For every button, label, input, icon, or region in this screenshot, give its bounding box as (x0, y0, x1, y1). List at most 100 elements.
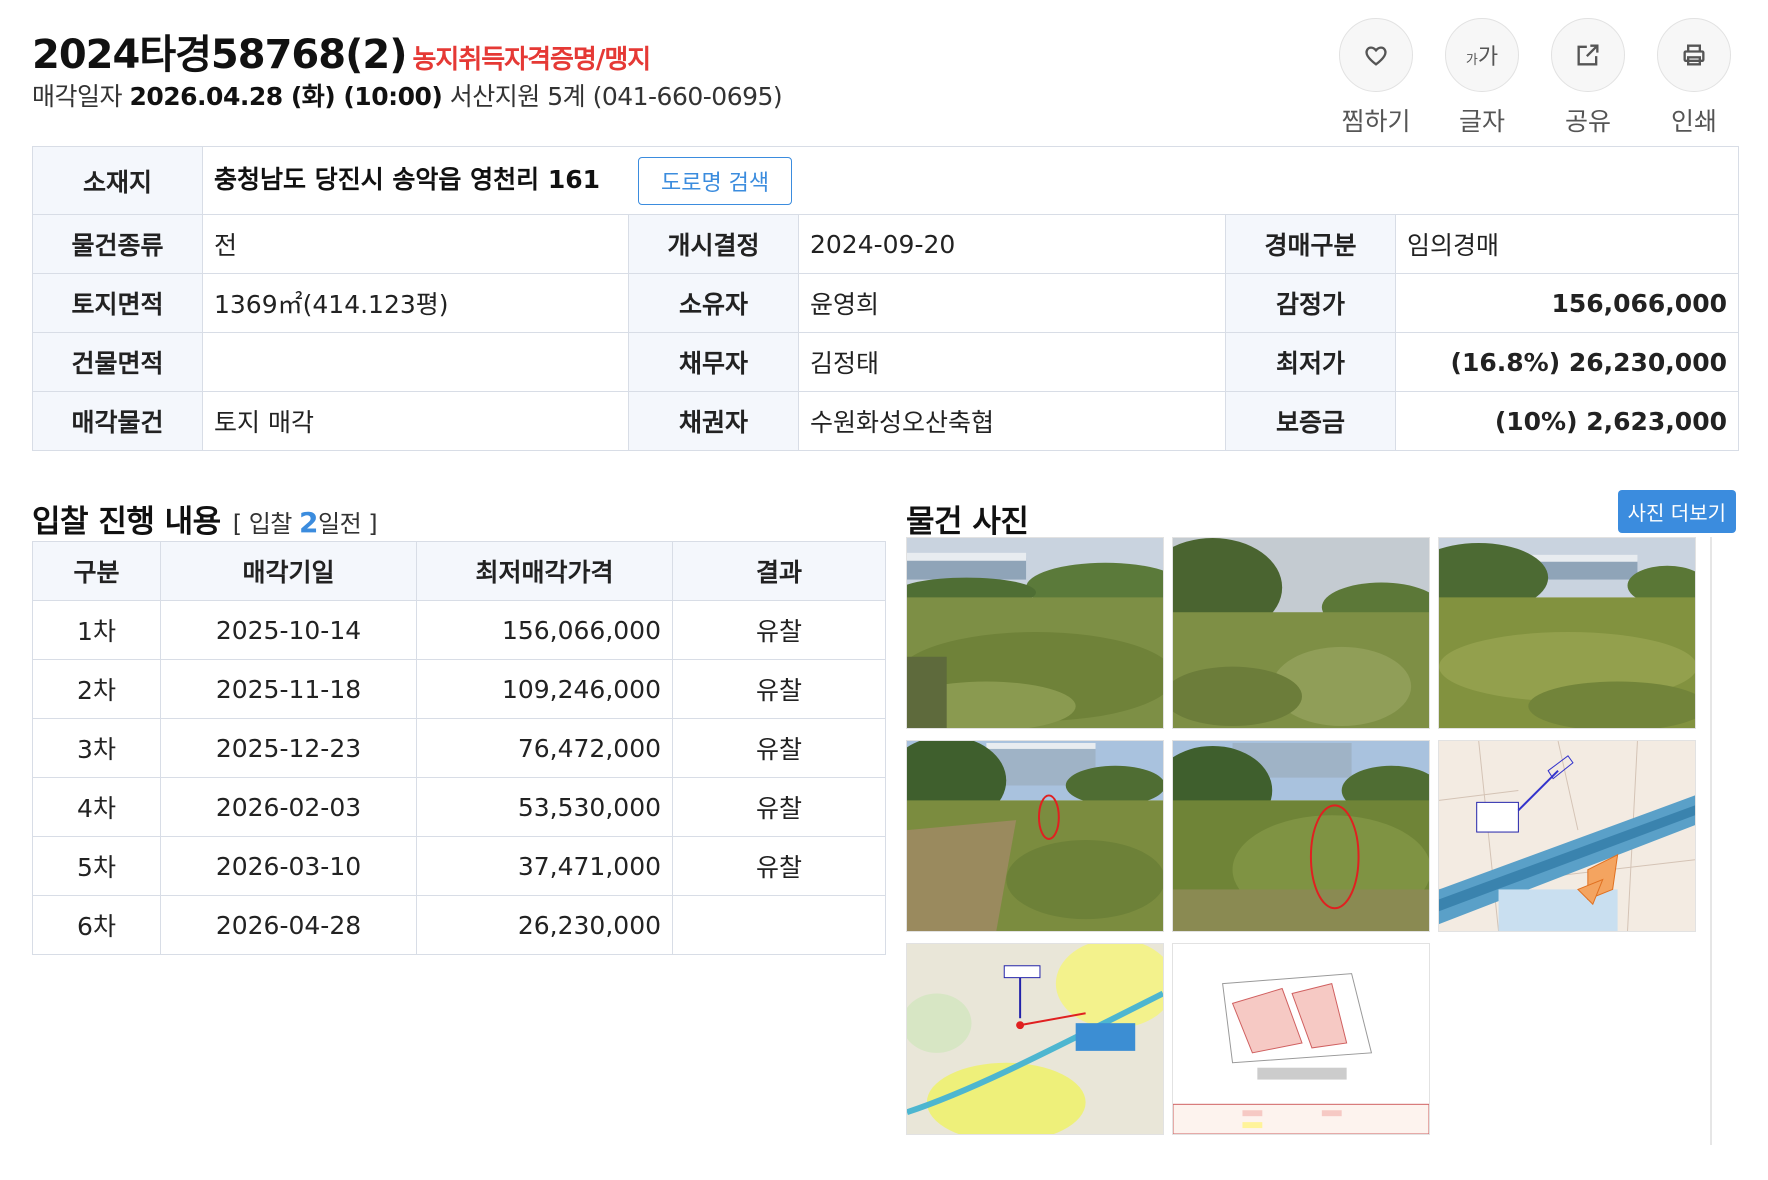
print-button[interactable]: 인쇄 (1656, 18, 1732, 138)
table-row: 2차 2025-11-18 109,246,000 유찰 (32, 659, 886, 719)
deposit-label: 보증금 (1225, 391, 1396, 451)
auction-kind-label: 경매구분 (1225, 214, 1396, 274)
date-cell: 2026-03-10 (160, 836, 417, 896)
bid-section-title: 입찰 진행 내용 [ 입찰 2일전 ] (32, 496, 378, 541)
cadastral-map-image (1439, 741, 1695, 931)
case-tag: 농지취득자격증명/맹지 (412, 45, 651, 75)
field-photo-image (1173, 538, 1429, 728)
result-cell: 유찰 (672, 718, 886, 778)
round-cell: 2차 (32, 659, 161, 719)
table-row: 4차 2026-02-03 53,530,000 유찰 (32, 777, 886, 837)
share-label: 공유 (1564, 107, 1611, 136)
table-row: 3차 2025-12-23 76,472,000 유찰 (32, 718, 886, 778)
appraisal-label: 감정가 (1225, 273, 1396, 333)
case-title: 2024타경58768(2) 농지취득자격증명/맹지 (32, 22, 651, 80)
bid-header-row: 구분 매각기일 최저매각가격 결과 (32, 541, 886, 601)
price-cell: 76,472,000 (416, 718, 673, 778)
field-photo-marked-image (1173, 741, 1429, 931)
font-size-icon: 가가 (1465, 45, 1499, 70)
creditor-label: 채권자 (628, 391, 799, 451)
font-size-label: 글자 (1458, 107, 1505, 136)
owner-value: 윤영희 (798, 273, 1226, 333)
building-area-value (202, 332, 629, 392)
info-row: 매각물건 토지 매각 채권자 수원화성오산축협 보증금 (10%) 2,623,… (32, 391, 1739, 451)
court-info: 서산지원 5계 (041-660-0695) (449, 82, 783, 111)
favorite-button[interactable]: 찜하기 (1338, 18, 1414, 138)
property-info-table: 소재지 충청남도 당진시 송악읍 영천리 161 도로명 검색 물건종류 전 개… (32, 146, 1739, 451)
sale-datetime: 2026.04.28 (화) (10:00) (129, 82, 443, 111)
date-cell: 2025-10-14 (160, 600, 417, 660)
price-cell: 109,246,000 (416, 659, 673, 719)
round-cell: 1차 (32, 600, 161, 660)
address-cell: 충청남도 당진시 송악읍 영천리 161 도로명 검색 (202, 146, 1739, 215)
auction-kind-value: 임의경매 (1395, 214, 1739, 274)
site-plan-image (1173, 944, 1429, 1134)
print-label: 인쇄 (1670, 107, 1717, 136)
property-photo[interactable] (906, 943, 1164, 1135)
table-row: 6차 2026-04-28 26,230,000 (32, 895, 886, 955)
info-row: 물건종류 전 개시결정 2024-09-20 경매구분 임의경매 (32, 214, 1739, 274)
info-row: 건물면적 채무자 김정태 최저가 (16.8%) 26,230,000 (32, 332, 1739, 392)
start-decision-label: 개시결정 (628, 214, 799, 274)
property-photo[interactable] (1172, 537, 1430, 729)
property-photo[interactable] (1172, 740, 1430, 932)
min-price-label: 최저가 (1225, 332, 1396, 392)
column-header: 최저매각가격 (416, 541, 673, 601)
property-type-label: 물건종류 (32, 214, 203, 274)
creditor-value: 수원화성오산축협 (798, 391, 1226, 451)
min-price-value: (16.8%) 26,230,000 (1395, 332, 1739, 392)
land-area-label: 토지면적 (32, 273, 203, 333)
field-photo-image (1439, 538, 1695, 728)
property-photo[interactable] (1438, 537, 1696, 729)
price-cell: 156,066,000 (416, 600, 673, 660)
sale-item-value: 토지 매각 (202, 391, 629, 451)
bid-title-text: 입찰 진행 내용 (32, 504, 221, 540)
date-cell: 2026-02-03 (160, 777, 417, 837)
price-cell: 53,530,000 (416, 777, 673, 837)
photo-scrollbar[interactable] (1710, 537, 1712, 1145)
bid-countdown: [ 입찰 2일전 ] (232, 506, 378, 539)
building-area-label: 건물면적 (32, 332, 203, 392)
debtor-value: 김정태 (798, 332, 1226, 392)
font-size-button[interactable]: 가가 글자 (1444, 18, 1520, 138)
date-cell: 2025-12-23 (160, 718, 417, 778)
property-photo[interactable] (906, 537, 1164, 729)
result-cell (672, 895, 886, 955)
address-value: 충청남도 당진시 송악읍 영천리 161 (214, 164, 601, 194)
column-header: 결과 (672, 541, 886, 601)
table-row: 5차 2026-03-10 37,471,000 유찰 (32, 836, 886, 896)
printer-icon (1683, 44, 1705, 66)
share-button[interactable]: 공유 (1550, 18, 1626, 138)
property-photo[interactable] (1438, 740, 1696, 932)
photo-gallery (906, 537, 1696, 1137)
result-cell: 유찰 (672, 777, 886, 837)
start-decision-value: 2024-09-20 (798, 214, 1226, 274)
sale-date-line: 매각일자 2026.04.28 (화) (10:00) 서산지원 5계 (041… (32, 77, 783, 113)
date-cell: 2026-04-28 (160, 895, 417, 955)
favorite-label: 찜하기 (1341, 107, 1411, 136)
land-area-value: 1369㎡(414.123평) (202, 273, 629, 333)
more-photos-button[interactable]: 사진 더보기 (1617, 490, 1736, 533)
round-cell: 3차 (32, 718, 161, 778)
round-cell: 5차 (32, 836, 161, 896)
sale-date-label: 매각일자 (32, 82, 123, 111)
result-cell: 유찰 (672, 600, 886, 660)
date-cell: 2025-11-18 (160, 659, 417, 719)
appraisal-value: 156,066,000 (1395, 273, 1739, 333)
property-photo[interactable] (906, 740, 1164, 932)
property-type-value: 전 (202, 214, 629, 274)
price-cell: 26,230,000 (416, 895, 673, 955)
road-name-search-button[interactable]: 도로명 검색 (637, 156, 793, 205)
column-header: 구분 (32, 541, 161, 601)
sale-item-label: 매각물건 (32, 391, 203, 451)
heart-icon (1365, 46, 1387, 66)
deposit-value: (10%) 2,623,000 (1395, 391, 1739, 451)
address-label: 소재지 (32, 146, 203, 215)
table-row: 1차 2025-10-14 156,066,000 유찰 (32, 600, 886, 660)
photo-section-title: 물건 사진 (906, 504, 1029, 540)
share-icon (1577, 44, 1599, 66)
round-cell: 6차 (32, 895, 161, 955)
property-photo[interactable] (1172, 943, 1430, 1135)
field-photo-image (907, 538, 1163, 728)
column-header: 매각기일 (160, 541, 417, 601)
